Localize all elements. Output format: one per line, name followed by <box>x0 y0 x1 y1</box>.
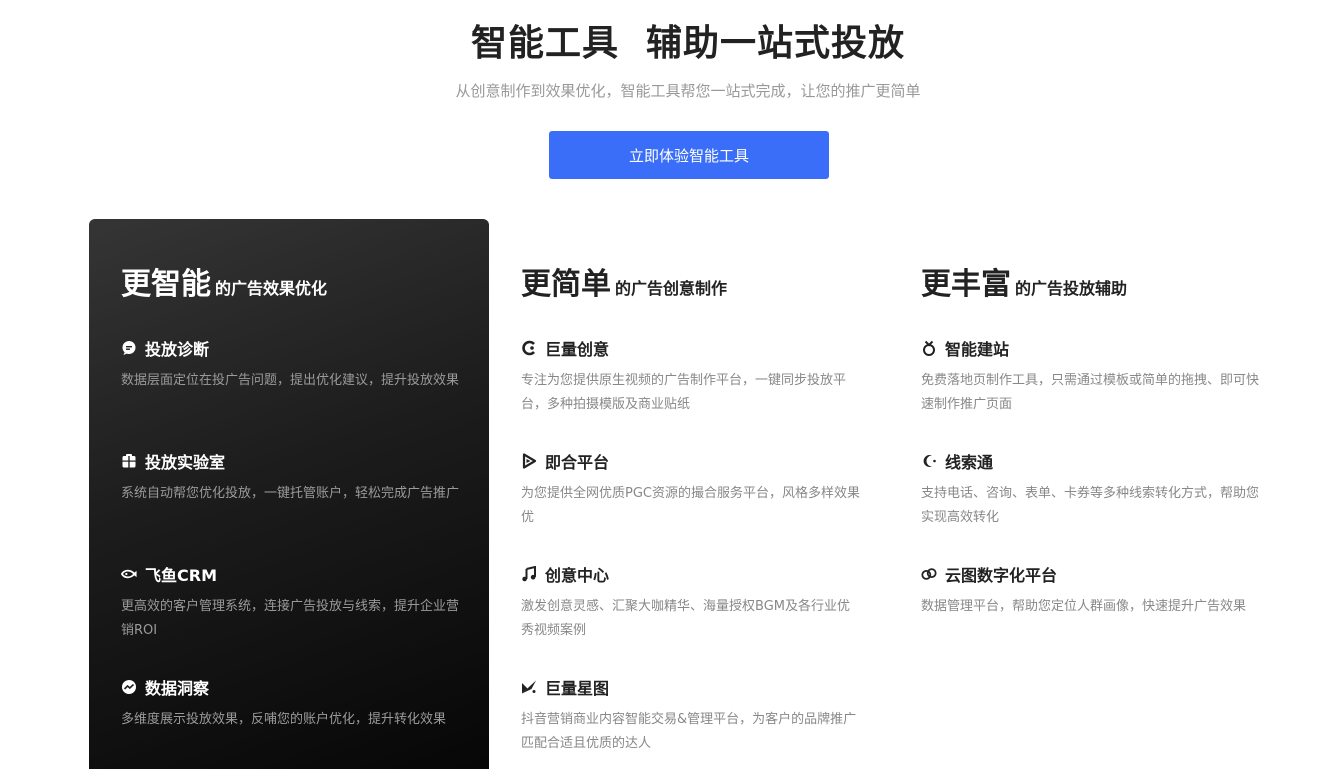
feature-item-clue[interactable]: 线索通 支持电话、咨询、表单、卡券等多种线索转化方式，帮助您实现高效转化 <box>921 450 1261 530</box>
feature-desc: 多维度展示投放效果，反哺您的账户优化，提升转化效果 <box>121 712 447 727</box>
column-smarter: 更智能 的广告效果优化 投放诊断 数据层面定位在投广告问题，提出优化建议，提升投放… <box>89 219 489 769</box>
feature-item-creative-center[interactable]: 创意中心 激发创意灵感、汇聚大咖精华、海量授权BGM及各行业优秀视频案例 <box>521 563 861 643</box>
feature-title: 即合平台 <box>545 453 610 472</box>
moon-clue-icon <box>921 453 937 469</box>
feature-item-insight[interactable]: 数据洞察 多维度展示投放效果，反哺您的账户优化，提升转化效果 <box>121 676 461 732</box>
feature-desc: 激发创意灵感、汇聚大咖精华、海量授权BGM及各行业优秀视频案例 <box>521 599 850 638</box>
column-heading-small: 的广告投放辅助 <box>1015 279 1128 298</box>
feature-desc: 免费落地页制作工具，只需通过模板或简单的拖拽、即可快速制作推广页面 <box>921 373 1260 412</box>
feature-item-jihe[interactable]: 即合平台 为您提供全网优质PGC资源的撮合服务平台，风格多样效果优 <box>521 450 861 530</box>
lab-box-icon <box>121 453 137 469</box>
feature-item-juliang-creative[interactable]: 巨量创意 专注为您提供原生视频的广告制作平台，一键同步投放平台，多种拍摄模版及商… <box>521 337 861 417</box>
feature-item-cloud-map[interactable]: 云图数字化平台 数据管理平台，帮助您定位人群画像，快速提升广告效果 <box>921 563 1261 619</box>
site-builder-icon <box>921 340 937 356</box>
feature-item-site-builder[interactable]: 智能建站 免费落地页制作工具，只需通过模板或简单的拖拽、即可快速制作推广页面 <box>921 337 1261 417</box>
star-logo-icon <box>521 679 537 695</box>
column-heading: 更简单 的广告创意制作 <box>521 259 727 303</box>
feature-title: 投放诊断 <box>145 340 210 359</box>
music-note-icon <box>521 566 537 582</box>
feature-title: 智能建站 <box>945 340 1010 359</box>
play-icon <box>521 453 537 469</box>
column-heading-big: 更丰富 <box>921 267 1011 302</box>
cloud-link-icon <box>921 566 937 582</box>
chat-bubble-icon <box>121 340 137 356</box>
feature-title: 巨量创意 <box>545 340 610 359</box>
feature-title: 投放实验室 <box>145 453 226 472</box>
feature-title: 创意中心 <box>545 566 610 585</box>
column-richer: 更丰富 的广告投放辅助 智能建站 免费落地页制作工具，只需通过模板或简单的拖拽、即… <box>889 219 1289 769</box>
feature-item-crm[interactable]: 飞鱼CRM 更高效的客户管理系统，连接广告投放与线索，提升企业营销ROI <box>121 563 461 643</box>
column-heading-small: 的广告创意制作 <box>615 279 728 298</box>
feature-desc: 为您提供全网优质PGC资源的撮合服务平台，风格多样效果优 <box>521 486 860 525</box>
feature-title: 飞鱼CRM <box>145 566 217 585</box>
insight-chart-icon <box>121 679 137 695</box>
feature-desc: 更高效的客户管理系统，连接广告投放与线索，提升企业营销ROI <box>121 599 460 638</box>
feature-desc: 数据管理平台，帮助您定位人群画像，快速提升广告效果 <box>921 599 1247 614</box>
feature-item-diagnosis[interactable]: 投放诊断 数据层面定位在投广告问题，提出优化建议，提升投放效果 <box>121 337 461 393</box>
column-heading: 更智能 的广告效果优化 <box>121 259 327 303</box>
column-heading-big: 更智能 <box>121 267 211 302</box>
feature-title: 云图数字化平台 <box>945 566 1058 585</box>
feature-item-star-map[interactable]: 巨量星图 抖音营销商业内容智能交易&管理平台，为客户的品牌推广匹配合适且优质的达… <box>521 676 861 756</box>
column-simpler: 更简单 的广告创意制作 巨量创意 专注为您提供原生视频的广告制作平台，一键同步投放… <box>489 219 889 769</box>
page: 智能工具 辅助一站式投放 从创意制作到效果优化，智能工具帮您一站式完成，让您的推… <box>0 0 1341 769</box>
feature-desc: 系统自动帮您优化投放，一键托管账户，轻松完成广告推广 <box>121 486 460 501</box>
feature-desc: 数据层面定位在投广告问题，提出优化建议，提升投放效果 <box>121 373 460 388</box>
try-smart-tools-button[interactable]: 立即体验智能工具 <box>549 131 829 179</box>
feature-desc: 抖音营销商业内容智能交易&管理平台，为客户的品牌推广匹配合适且优质的达人 <box>521 712 857 751</box>
feature-title: 巨量星图 <box>545 679 610 698</box>
column-heading-small: 的广告效果优化 <box>215 279 328 298</box>
feature-item-lab[interactable]: 投放实验室 系统自动帮您优化投放，一键托管账户，轻松完成广告推广 <box>121 450 461 506</box>
c-logo-icon <box>521 340 537 356</box>
column-heading-big: 更简单 <box>521 267 611 302</box>
feature-desc: 专注为您提供原生视频的广告制作平台，一键同步投放平台，多种拍摄模版及商业贴纸 <box>521 373 847 412</box>
fish-icon <box>121 566 137 582</box>
feature-title: 数据洞察 <box>145 679 210 698</box>
page-subtitle: 从创意制作到效果优化，智能工具帮您一站式完成，让您的推广更简单 <box>455 82 921 100</box>
column-heading: 更丰富 的广告投放辅助 <box>921 259 1127 303</box>
feature-desc: 支持电话、咨询、表单、卡券等多种线索转化方式，帮助您实现高效转化 <box>921 486 1260 525</box>
feature-title: 线索通 <box>945 453 994 472</box>
page-title: 智能工具 辅助一站式投放 <box>470 23 906 64</box>
